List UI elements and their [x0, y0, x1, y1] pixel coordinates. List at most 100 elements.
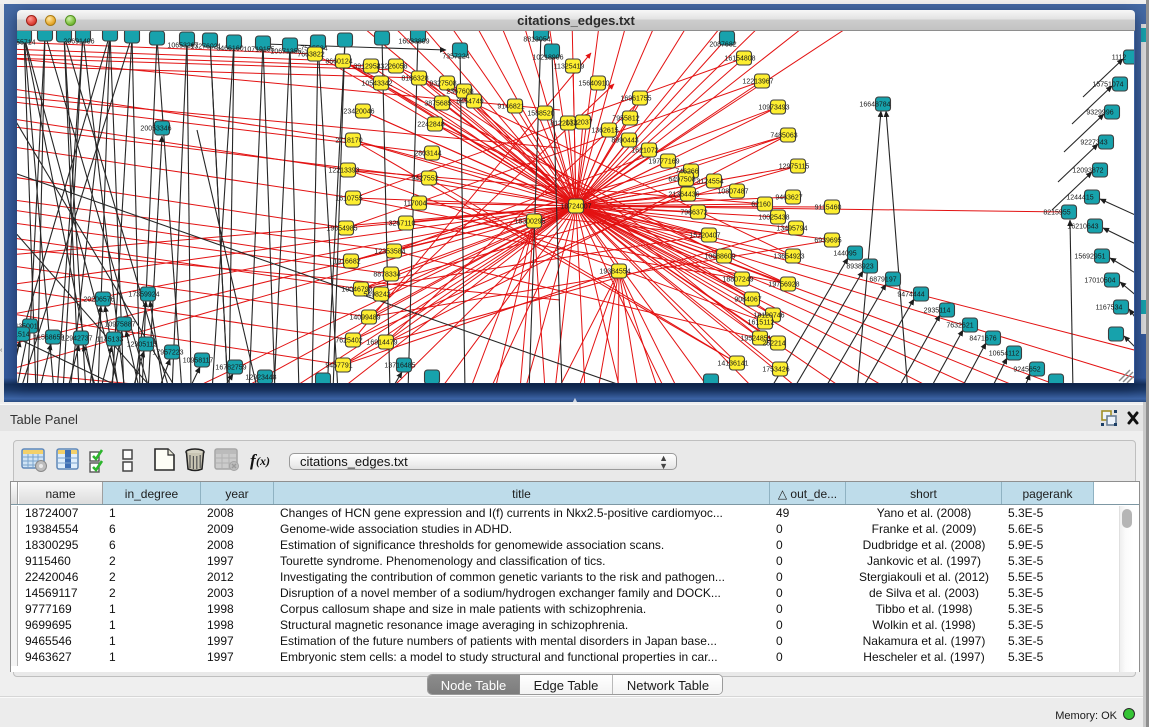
- svg-text:12942737: 12942737: [61, 336, 92, 343]
- svg-text:10975887: 10975887: [104, 322, 135, 329]
- svg-text:8471676: 8471676: [969, 336, 996, 343]
- svg-text:13716485: 13716485: [384, 363, 415, 370]
- svg-text:6466160: 6466160: [216, 46, 243, 53]
- svg-text:20691406: 20691406: [63, 39, 94, 46]
- svg-text:991514: 991514: [17, 332, 30, 339]
- svg-text:9474444: 9474444: [897, 292, 924, 299]
- svg-text:11568659: 11568659: [34, 335, 65, 342]
- svg-text:10958117: 10958117: [183, 358, 214, 365]
- svg-text:2718170: 2718170: [335, 138, 362, 145]
- svg-text:9084067: 9084067: [734, 297, 761, 304]
- svg-text:16210643: 16210643: [1067, 224, 1098, 231]
- svg-text:10654112: 10654112: [989, 351, 1020, 358]
- svg-text:2803144: 2803144: [414, 151, 441, 158]
- svg-text:(x): (x): [256, 454, 270, 468]
- svg-text:3267110: 3267110: [389, 221, 416, 228]
- svg-text:23420046: 23420046: [343, 109, 374, 116]
- svg-text:16154808: 16154808: [724, 56, 755, 63]
- svg-text:14055714: 14055714: [17, 40, 36, 47]
- svg-text:1322037: 1322037: [565, 120, 592, 127]
- svg-text:15751074: 15751074: [1092, 82, 1123, 89]
- svg-text:17010504: 17010504: [1084, 278, 1115, 285]
- svg-text:16782759: 16782759: [215, 365, 246, 372]
- svg-text:12213393: 12213393: [328, 168, 359, 175]
- svg-text:10973493: 10973493: [758, 105, 789, 112]
- svg-text:15720407: 15720407: [689, 233, 720, 240]
- svg-text:12093872: 12093872: [1072, 168, 1103, 175]
- svg-text:12975115: 12975115: [779, 164, 810, 171]
- svg-text:18300295: 18300295: [514, 219, 545, 226]
- svg-text:1167534: 1167534: [1096, 305, 1123, 312]
- svg-text:14099489: 14099489: [349, 315, 380, 322]
- svg-text:7955812: 7955812: [612, 116, 639, 123]
- svg-text:9463627: 9463627: [775, 195, 802, 202]
- svg-text:15640910: 15640910: [578, 81, 609, 88]
- svg-text:15692951: 15692951: [1074, 254, 1105, 261]
- svg-text:8215955: 8215955: [1043, 210, 1070, 217]
- svg-text:17359924: 17359924: [128, 292, 159, 299]
- svg-text:23226058: 23226058: [376, 64, 407, 71]
- svg-text:9115460: 9115460: [815, 205, 842, 212]
- svg-text:10807487: 10807487: [717, 189, 748, 196]
- svg-text:9329996: 9329996: [1086, 110, 1113, 117]
- svg-text:9245652: 9245652: [1013, 367, 1040, 374]
- svg-text:2935114: 2935114: [924, 308, 951, 315]
- svg-text:11325419: 11325419: [554, 64, 585, 71]
- svg-text:19654985: 19654985: [326, 226, 357, 233]
- svg-text:1112: 1112: [1112, 55, 1127, 62]
- svg-text:7625402: 7625402: [335, 338, 362, 345]
- svg-text:19756928: 19756928: [768, 282, 799, 289]
- svg-text:10025438: 10025438: [758, 215, 789, 222]
- svg-text:12353584: 12353584: [374, 249, 405, 256]
- svg-text:7663822: 7663822: [297, 52, 324, 59]
- svg-text:7632621: 7632621: [946, 323, 973, 330]
- svg-text:6879197: 6879197: [869, 277, 896, 284]
- svg-text:62160: 62160: [751, 202, 771, 209]
- svg-text:144095: 144095: [833, 251, 856, 258]
- svg-text:252214: 252214: [762, 341, 785, 348]
- svg-text:8660124: 8660124: [325, 59, 352, 66]
- svg-text:21364436: 21364436: [668, 192, 699, 199]
- svg-text:9227343: 9227343: [1080, 140, 1107, 147]
- svg-text:8990443: 8990443: [611, 138, 638, 145]
- svg-text:746266: 746266: [675, 169, 698, 176]
- svg-text:5498242: 5498242: [363, 292, 390, 299]
- svg-text:3875685: 3875685: [424, 101, 451, 108]
- svg-text:7485063: 7485063: [770, 133, 797, 140]
- svg-text:117004: 117004: [404, 201, 427, 208]
- svg-text:20053346: 20053346: [140, 126, 171, 133]
- svg-text:16914479: 16914479: [366, 340, 397, 347]
- svg-text:1610755: 1610755: [335, 196, 362, 203]
- svg-text:1588520: 1588520: [527, 111, 554, 118]
- svg-text:1753426: 1753426: [762, 367, 789, 374]
- svg-text:1621072: 1621072: [631, 148, 658, 155]
- svg-text:8454749: 8454749: [456, 99, 483, 106]
- svg-text:16961755: 16961755: [620, 96, 651, 103]
- svg-text:19777169: 19777169: [648, 159, 679, 166]
- svg-text:3124554: 3124554: [696, 179, 723, 186]
- svg-text:10218906: 10218906: [532, 55, 563, 62]
- svg-text:12923448: 12923448: [245, 375, 276, 382]
- svg-text:1145133: 1145133: [97, 337, 124, 344]
- svg-text:9427552: 9427552: [411, 176, 438, 183]
- svg-text:9457791: 9457791: [325, 363, 352, 370]
- svg-text:8938923: 8938923: [846, 264, 873, 271]
- svg-text:10688609: 10688609: [704, 254, 735, 261]
- svg-text:12905115: 12905115: [127, 342, 158, 349]
- svg-text:2367608: 2367608: [446, 89, 473, 96]
- svg-text:1615112: 1615112: [748, 320, 775, 327]
- svg-text:6497508: 6497508: [668, 177, 695, 184]
- svg-text:2242848: 2242848: [417, 122, 444, 129]
- svg-text:8186328: 8186328: [401, 76, 428, 83]
- svg-text:7986372: 7986372: [680, 210, 707, 217]
- svg-text:16033809: 16033809: [398, 39, 429, 46]
- svg-text:18120746: 18120746: [753, 313, 784, 320]
- svg-text:7357224: 7357224: [442, 54, 469, 61]
- svg-text:6939695: 6939695: [814, 238, 841, 245]
- svg-text:2087682: 2087682: [709, 42, 736, 49]
- svg-text:8878334: 8878334: [373, 272, 400, 279]
- svg-text:13654923: 13654923: [773, 254, 804, 261]
- svg-text:1362615: 1362615: [591, 128, 618, 135]
- svg-text:17957223: 17957223: [152, 350, 183, 357]
- svg-text:8813054: 8813054: [523, 37, 550, 44]
